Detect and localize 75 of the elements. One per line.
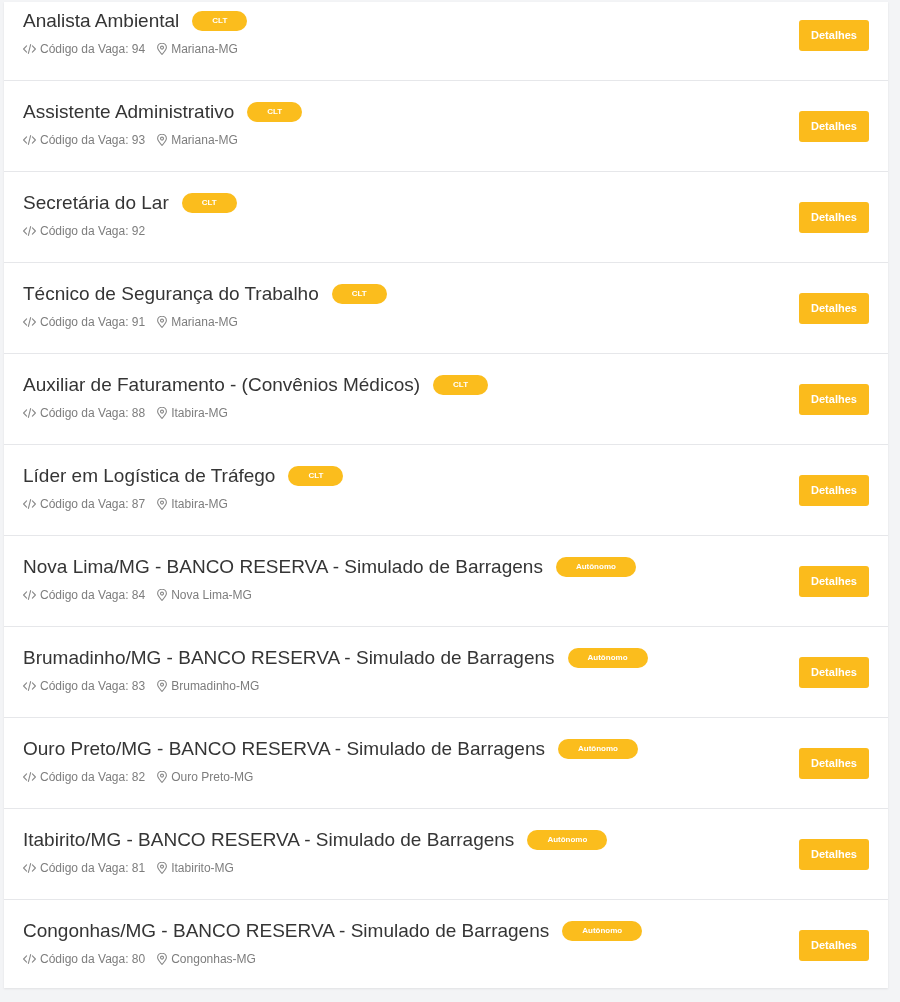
job-location: Itabira-MG <box>171 406 228 420</box>
job-title: Congonhas/MG - BANCO RESERVA - Simulado de Barragens <box>23 920 550 942</box>
job-code: Código da Vaga: 93 <box>40 133 146 147</box>
details-button[interactable]: Detalhes <box>799 292 869 324</box>
job-title: Secretária do Lar <box>23 192 169 214</box>
details-button[interactable]: Detalhes <box>799 19 869 51</box>
job-code: Código da Vaga: 91 <box>40 315 146 329</box>
code-icon <box>23 44 36 54</box>
contract-badge: Autônomo <box>562 921 643 941</box>
location-pin-icon <box>157 771 168 783</box>
location-pin-icon <box>157 43 168 55</box>
contract-badge: CLT <box>433 375 489 395</box>
details-button[interactable]: Detalhes <box>799 383 869 415</box>
job-location: Nova Lima-MG <box>171 588 252 602</box>
job-code: Código da Vaga: 83 <box>40 679 146 693</box>
job-code: Código da Vaga: 87 <box>40 497 146 511</box>
details-button[interactable]: Detalhes <box>799 656 869 688</box>
location-pin-icon <box>157 862 168 874</box>
contract-badge: CLT <box>181 193 237 213</box>
job-title: Nova Lima/MG - BANCO RESERVA - Simulado de Barragens <box>23 556 543 578</box>
contract-badge: Autônomo <box>567 648 648 668</box>
contract-badge: CLT <box>247 102 303 122</box>
code-icon <box>23 590 36 600</box>
details-button[interactable]: Detalhes <box>799 747 869 779</box>
location-pin-icon <box>157 680 168 692</box>
contract-badge: CLT <box>192 11 248 31</box>
job-location: Mariana-MG <box>171 315 238 329</box>
job-location: Brumadinho-MG <box>171 679 260 693</box>
location-pin-icon <box>157 134 168 146</box>
code-icon <box>23 317 36 327</box>
job-title: Auxiliar de Faturamento - (Convênios Médicos) <box>23 374 421 396</box>
code-icon <box>23 135 36 145</box>
details-button[interactable]: Detalhes <box>799 201 869 233</box>
job-title: Ouro Preto/MG - BANCO RESERVA - Simulado de Barragens <box>23 738 545 760</box>
job-code: Código da Vaga: 94 <box>40 42 146 56</box>
job-title: Líder em Logística de Tráfego <box>23 465 276 487</box>
job-code: Código da Vaga: 92 <box>40 224 146 238</box>
location-pin-icon <box>157 316 168 328</box>
job-location: Ouro Preto-MG <box>171 770 254 784</box>
code-icon <box>23 954 36 964</box>
contract-badge: CLT <box>331 284 387 304</box>
location-pin-icon <box>157 953 168 965</box>
details-button[interactable]: Detalhes <box>799 110 869 142</box>
job-location: Itabirito-MG <box>171 861 234 875</box>
code-icon <box>23 499 36 509</box>
details-button[interactable]: Detalhes <box>799 474 869 506</box>
job-title: Técnico de Segurança do Trabalho <box>23 283 319 305</box>
contract-badge: Autônomo <box>555 557 636 577</box>
code-icon <box>23 226 36 236</box>
job-location: Congonhas-MG <box>171 952 256 966</box>
job-location: Itabira-MG <box>171 497 228 511</box>
job-code: Código da Vaga: 84 <box>40 588 146 602</box>
code-icon <box>23 772 36 782</box>
contract-badge: Autônomo <box>527 830 608 850</box>
job-location: Mariana-MG <box>171 42 238 56</box>
details-button[interactable]: Detalhes <box>799 565 869 597</box>
job-title: Assistente Administrativo <box>23 101 235 123</box>
code-icon <box>23 408 36 418</box>
job-location: Mariana-MG <box>171 133 238 147</box>
job-title: Brumadinho/MG - BANCO RESERVA - Simulado de Barragens <box>23 647 555 669</box>
contract-badge: Autônomo <box>558 739 638 759</box>
location-pin-icon <box>157 498 168 510</box>
job-code: Código da Vaga: 80 <box>40 952 146 966</box>
location-pin-icon <box>157 589 168 601</box>
details-button[interactable]: Detalhes <box>799 929 869 961</box>
code-icon <box>23 681 36 691</box>
job-code: Código da Vaga: 82 <box>40 770 146 784</box>
code-icon <box>23 863 36 873</box>
details-button[interactable]: Detalhes <box>799 838 869 870</box>
job-title: Itabirito/MG - BANCO RESERVA - Simulado de Barragens <box>23 829 515 851</box>
location-pin-icon <box>157 407 168 419</box>
job-title: Analista Ambiental <box>23 10 180 32</box>
job-code: Código da Vaga: 88 <box>40 406 146 420</box>
contract-badge: CLT <box>288 466 344 486</box>
job-code: Código da Vaga: 81 <box>40 861 146 875</box>
